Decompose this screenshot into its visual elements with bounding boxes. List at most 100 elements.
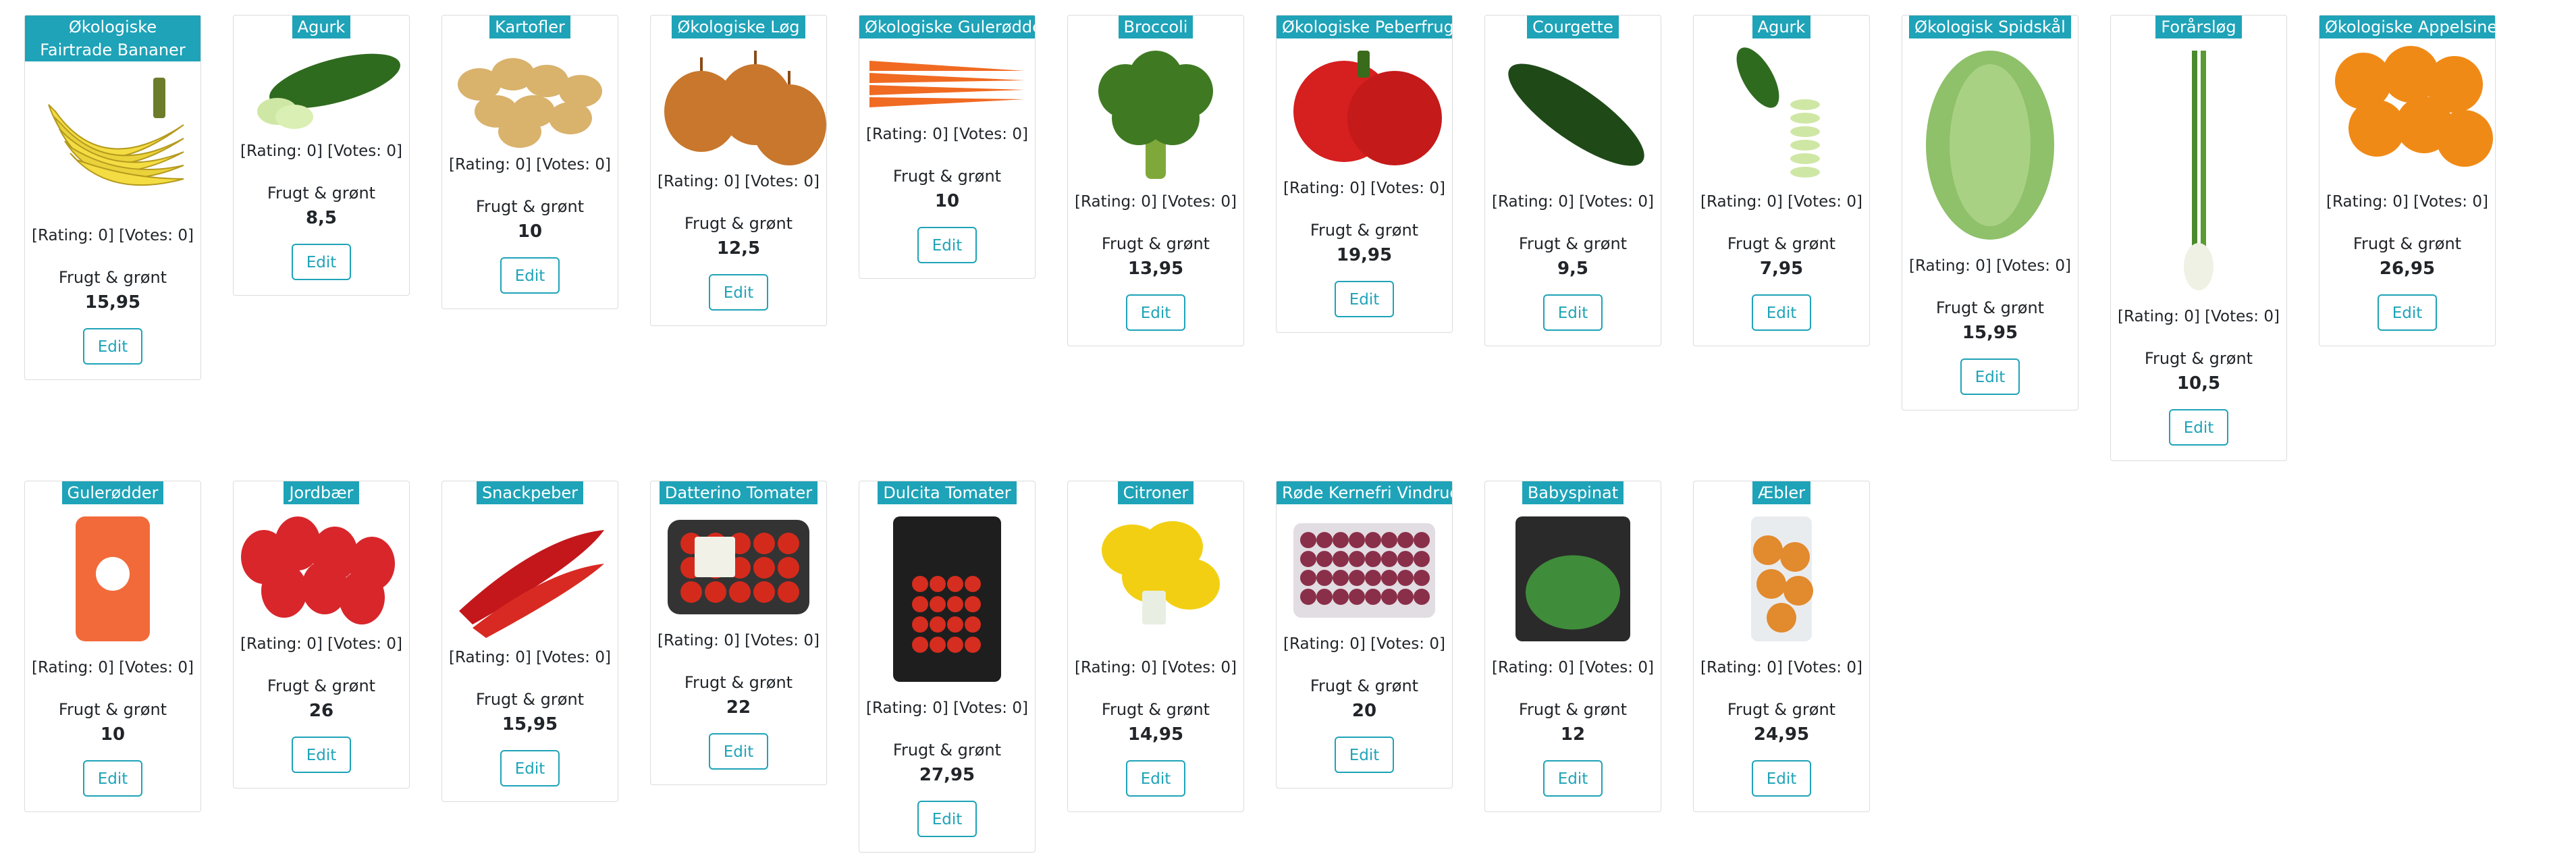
edit-button[interactable]: Edit — [1125, 294, 1186, 331]
edit-button[interactable]: Edit — [917, 227, 977, 263]
edit-button[interactable]: Edit — [1542, 294, 1603, 331]
edit-button[interactable]: Edit — [82, 328, 143, 365]
product-rating: [Rating: 0] [Votes: 0] — [1492, 193, 1654, 211]
strawberries-image — [234, 510, 409, 624]
product-category: Frugt & grønt — [892, 167, 1002, 186]
edit-button[interactable]: Edit — [2377, 294, 2438, 331]
product-category: Frugt & grønt — [1101, 700, 1210, 719]
product-title: Agurk — [292, 16, 351, 38]
edit-button[interactable]: Edit — [1751, 294, 1812, 331]
product-title: Økologiske Gulerødder — [859, 16, 1035, 38]
product-rating: [Rating: 0] [Votes: 0] — [32, 659, 194, 676]
product-rating: [Rating: 0] [Votes: 0] — [1492, 659, 1654, 676]
product-title: Snackpeber — [476, 481, 584, 504]
product-card: Agurk [Rating: 0] [Votes: 0] Frugt & grø… — [233, 15, 410, 296]
product-title: Gulerødder — [61, 481, 164, 504]
product-title: Kartofler — [489, 16, 570, 38]
product-price: 14,95 — [1127, 724, 1184, 745]
product-card: Jordbær [Rating: 0] [Votes: 0] Frugt & g… — [233, 481, 410, 789]
product-title: Æbler — [1752, 481, 1810, 504]
spinach-bag-image — [1485, 510, 1661, 648]
edit-button[interactable]: Edit — [1751, 760, 1812, 797]
spring-onion-image — [2111, 44, 2286, 297]
product-category: Frugt & grønt — [58, 268, 167, 287]
product-rating: [Rating: 0] [Votes: 0] — [1283, 635, 1445, 653]
product-category: Frugt & grønt — [1518, 700, 1628, 719]
edit-button[interactable]: Edit — [917, 801, 977, 837]
product-rating: [Rating: 0] [Votes: 0] — [32, 227, 194, 244]
product-rating: [Rating: 0] [Votes: 0] — [1700, 193, 1862, 211]
edit-button[interactable]: Edit — [1960, 358, 2020, 395]
product-rating: [Rating: 0] [Votes: 0] — [240, 142, 402, 160]
product-category: Frugt & grønt — [1518, 234, 1628, 253]
product-card: Babyspinat [Rating: 0] [Votes: 0] Frugt … — [1484, 481, 1661, 812]
edit-button[interactable]: Edit — [2168, 409, 2229, 446]
snack-pepper-image — [442, 510, 618, 638]
edit-button[interactable]: Edit — [1125, 760, 1186, 797]
product-price: 15,95 — [84, 292, 141, 313]
edit-button[interactable]: Edit — [708, 274, 769, 311]
onions-image — [651, 44, 826, 165]
potatoes-image — [442, 44, 618, 148]
product-card: Forårsløg [Rating: 0] [Votes: 0] Frugt &… — [2110, 15, 2287, 461]
product-rating: [Rating: 0] [Votes: 0] — [2326, 193, 2488, 211]
product-price: 12 — [1560, 724, 1586, 745]
product-rating: [Rating: 0] [Votes: 0] — [658, 173, 820, 190]
product-card: Økologiske Løg [Rating: 0] [Votes: 0] Fr… — [650, 15, 827, 326]
edit-button[interactable]: Edit — [1334, 737, 1395, 773]
product-card: Citroner [Rating: 0] [Votes: 0] Frugt & … — [1067, 481, 1244, 812]
zucchini-image — [1485, 44, 1661, 182]
product-rating: [Rating: 0] [Votes: 0] — [2118, 308, 2280, 325]
product-rating: [Rating: 0] [Votes: 0] — [866, 699, 1028, 717]
product-title: Dulcita Tomater — [878, 481, 1017, 504]
product-category: Frugt & grønt — [475, 197, 585, 216]
product-category: Frugt & grønt — [1310, 221, 1419, 240]
edit-button[interactable]: Edit — [291, 244, 352, 280]
product-card: Agurk [Rating: 0] [Votes: 0] Frugt & grø… — [1693, 15, 1870, 346]
edit-button[interactable]: Edit — [291, 737, 352, 773]
product-price: 12,5 — [716, 238, 761, 259]
product-card: Dulcita Tomater [Rating: 0] [Votes: 0] F… — [859, 481, 1036, 853]
edit-button[interactable]: Edit — [708, 733, 769, 770]
product-card: Æbler [Rating: 0] [Votes: 0] Frugt & grø… — [1693, 481, 1870, 812]
cucumber-slices-image — [1694, 44, 1869, 182]
product-category: Frugt & grønt — [1727, 700, 1836, 719]
product-card: Økologisk Spidskål [Rating: 0] [Votes: 0… — [1902, 15, 2078, 410]
product-price: 10 — [100, 724, 126, 745]
product-card: Økologiske Fairtrade Bananer [Rating: 0]… — [24, 15, 201, 380]
product-category: Frugt & grønt — [267, 676, 376, 695]
product-title: Agurk — [1752, 16, 1811, 38]
product-rating: [Rating: 0] [Votes: 0] — [1283, 180, 1445, 197]
product-category: Frugt & grønt — [267, 184, 376, 203]
product-price: 19,95 — [1336, 245, 1393, 265]
edit-button[interactable]: Edit — [500, 750, 560, 786]
product-price: 24,95 — [1753, 724, 1810, 745]
product-rating: [Rating: 0] [Votes: 0] — [866, 126, 1028, 143]
edit-button[interactable]: Edit — [500, 257, 560, 294]
product-category: Frugt & grønt — [1310, 676, 1419, 695]
product-price: 27,95 — [919, 765, 975, 785]
product-category: Frugt & grønt — [475, 690, 585, 709]
product-title: Økologiske Fairtrade Bananer — [25, 16, 200, 61]
product-card: Gulerødder [Rating: 0] [Votes: 0] Frugt … — [24, 481, 201, 812]
apples-bag-image — [1694, 510, 1869, 648]
product-category: Frugt & grønt — [892, 741, 1002, 759]
product-card: Kartofler [Rating: 0] [Votes: 0] Frugt &… — [441, 15, 618, 309]
product-price: 10 — [934, 191, 960, 211]
product-card: Snackpeber [Rating: 0] [Votes: 0] Frugt … — [441, 481, 618, 802]
edit-button[interactable]: Edit — [1542, 760, 1603, 797]
product-price: 20 — [1351, 701, 1377, 721]
edit-button[interactable]: Edit — [1334, 281, 1395, 317]
product-price: 10,5 — [2176, 373, 2221, 394]
product-title: Forårsløg — [2155, 16, 2242, 38]
product-title: Courgette — [1527, 16, 1619, 38]
cucumber-image — [234, 44, 409, 132]
carrots-image — [859, 44, 1035, 115]
edit-button[interactable]: Edit — [82, 760, 143, 797]
product-card: Røde Kernefri Vindruer [Rating: 0] [Vote… — [1276, 481, 1453, 789]
product-category: Frugt & grønt — [1935, 298, 2045, 317]
product-price: 22 — [726, 697, 751, 718]
product-rating: [Rating: 0] [Votes: 0] — [240, 635, 402, 653]
lemons-image — [1068, 510, 1243, 648]
product-category: Frugt & grønt — [2353, 234, 2462, 253]
